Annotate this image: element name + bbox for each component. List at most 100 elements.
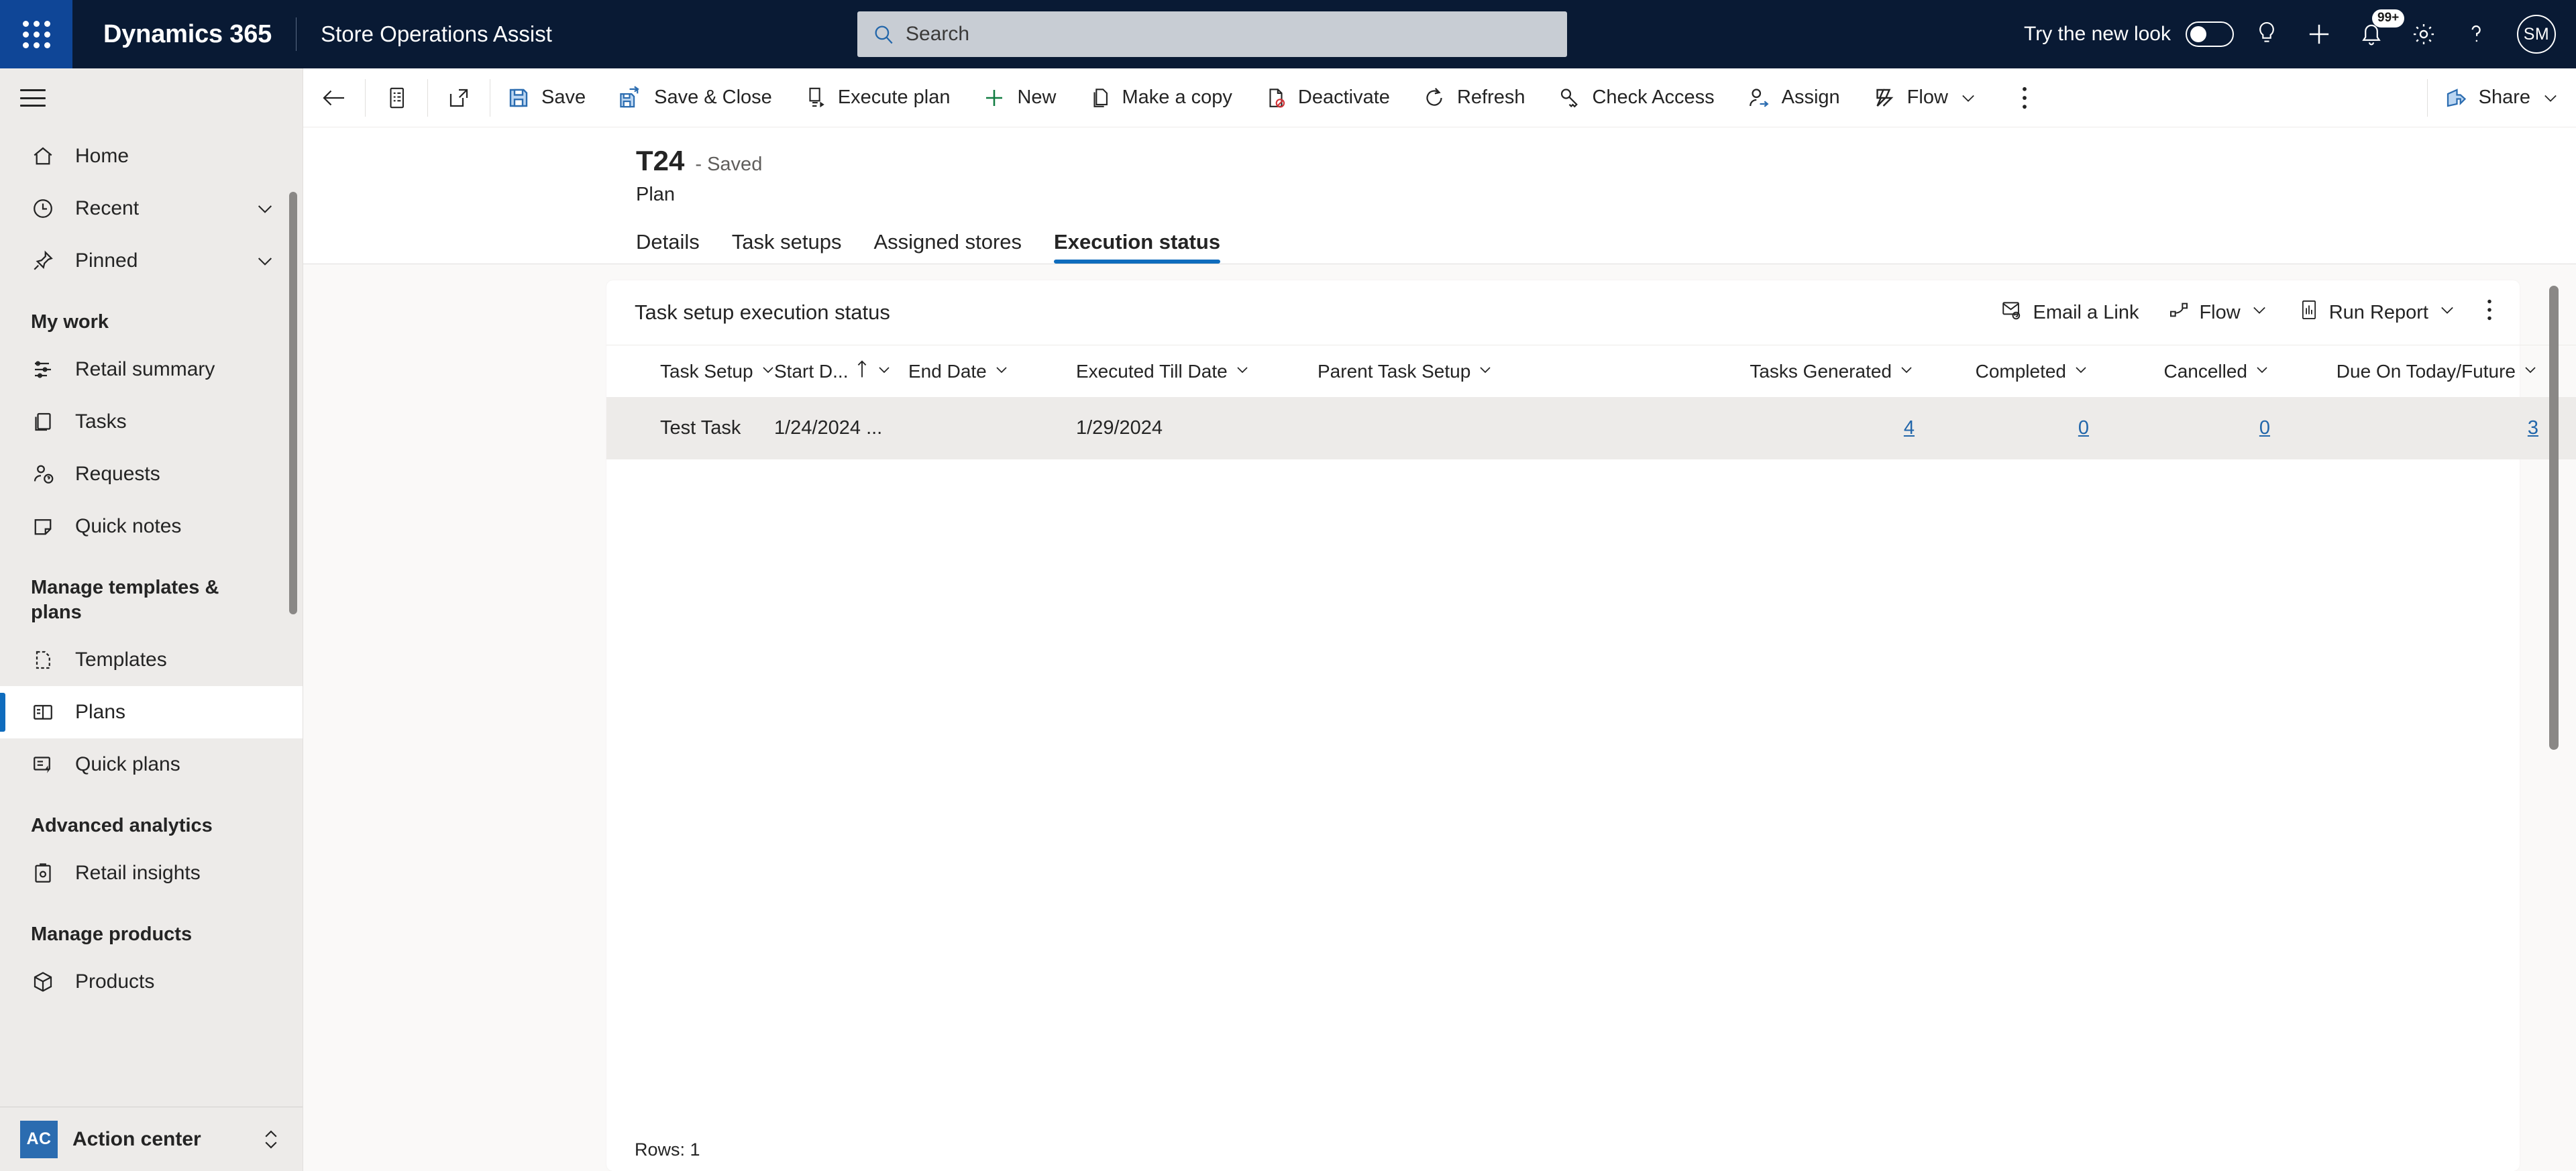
chevron-down-icon[interactable] xyxy=(2522,361,2538,382)
cell-cancelled[interactable]: 0 xyxy=(2089,398,2270,459)
settings-button[interactable] xyxy=(2398,0,2450,68)
run-report-button[interactable]: Run Report xyxy=(2284,290,2471,335)
chevron-down-icon[interactable] xyxy=(1234,361,1250,382)
column-header-cancelled[interactable]: Cancelled xyxy=(2089,345,2270,398)
sidebar-item-products[interactable]: Products xyxy=(0,956,303,1008)
record-header: T24 - Saved Plan Details Task setups Ass… xyxy=(303,127,2576,264)
sidebar-item-retail-summary[interactable]: Retail summary xyxy=(0,343,303,396)
sidebar-item-quick-notes[interactable]: Quick notes xyxy=(0,500,303,553)
tab-task-setups[interactable]: Task setups xyxy=(732,230,842,264)
table-row[interactable]: Test Task 1/24/2024 ... 1/29/2024 4 0 0 … xyxy=(606,397,2576,459)
chevron-down-icon[interactable] xyxy=(254,250,276,272)
try-new-look-toggle[interactable]: Try the new look xyxy=(2024,21,2234,47)
deactivate-button[interactable]: Deactivate xyxy=(1248,68,1406,127)
chevron-down-icon[interactable] xyxy=(254,198,276,219)
quick-create-button[interactable] xyxy=(2293,0,2345,68)
template-icon xyxy=(31,648,62,672)
action-center-button[interactable]: AC Action center xyxy=(0,1107,303,1171)
sidebar-item-requests[interactable]: Requests xyxy=(0,448,303,500)
email-a-link-label: Email a Link xyxy=(2033,301,2139,323)
back-button[interactable] xyxy=(303,68,365,127)
sidebar-item-quick-plans[interactable]: Quick plans xyxy=(0,738,303,791)
sidebar-scrollbar[interactable] xyxy=(289,192,297,614)
sidebar-scroll-area: Home Recent Pinned My work Retail summar… xyxy=(0,127,303,1107)
grid-overflow-button[interactable] xyxy=(2471,290,2508,335)
make-a-copy-button[interactable]: Make a copy xyxy=(1073,68,1248,127)
cell-task-setup[interactable]: Test Task xyxy=(606,398,774,459)
cell-completed[interactable]: 0 xyxy=(1915,398,2089,459)
chevron-down-icon[interactable] xyxy=(2438,300,2457,325)
brand-title[interactable]: Dynamics 365 xyxy=(103,20,272,49)
cell-value: Test Task xyxy=(660,417,741,439)
command-overflow-button[interactable] xyxy=(1994,68,2055,127)
email-a-link-button[interactable]: Email a Link xyxy=(1986,290,2153,335)
cell-parent-task-setup[interactable] xyxy=(1318,398,1693,459)
help-button[interactable] xyxy=(2450,0,2502,68)
chevron-down-icon[interactable] xyxy=(2250,300,2269,325)
flow-button[interactable]: Flow xyxy=(1856,68,1994,127)
sidebar-item-pinned[interactable]: Pinned xyxy=(0,235,303,287)
app-launcher-button[interactable] xyxy=(0,0,72,68)
notifications-button[interactable]: 99+ xyxy=(2345,0,2405,68)
completed-link[interactable]: 0 xyxy=(2078,417,2089,439)
column-header-executed-till-date[interactable]: Executed Till Date xyxy=(1076,345,1318,398)
sidebar-item-templates[interactable]: Templates xyxy=(0,634,303,686)
column-label: Start D... xyxy=(774,360,849,382)
user-avatar[interactable]: SM xyxy=(2517,15,2556,54)
column-header-completed[interactable]: Completed xyxy=(1915,345,2089,398)
app-name[interactable]: Store Operations Assist xyxy=(321,21,552,47)
check-access-button[interactable]: Check Access xyxy=(1541,68,1730,127)
search-box[interactable]: Search xyxy=(857,11,1567,57)
new-button[interactable]: New xyxy=(966,68,1072,127)
tab-execution-status[interactable]: Execution status xyxy=(1054,230,1221,264)
chevron-down-icon[interactable] xyxy=(994,361,1010,382)
chevron-up-down-icon[interactable] xyxy=(260,1126,282,1153)
chevron-down-icon[interactable] xyxy=(1898,361,1915,382)
due-on-today-future-link[interactable]: 3 xyxy=(2528,417,2538,439)
cell-executed-till-date[interactable]: 1/29/2024 xyxy=(1076,398,1318,459)
column-header-due-on-today-future[interactable]: Due On Today/Future xyxy=(2270,345,2538,398)
column-header-start-date[interactable]: Start D... xyxy=(774,345,908,398)
save-button[interactable]: Save xyxy=(490,68,602,127)
chevron-down-icon[interactable] xyxy=(2073,361,2089,382)
share-button[interactable]: Share xyxy=(2428,68,2576,127)
content-scrollbar[interactable] xyxy=(2549,286,2559,750)
refresh-button[interactable]: Refresh xyxy=(1406,68,1542,127)
toggle-switch-icon[interactable] xyxy=(2186,21,2234,47)
chevron-down-icon[interactable] xyxy=(2254,361,2270,382)
sidebar-item-recent[interactable]: Recent xyxy=(0,182,303,235)
chevron-down-icon[interactable] xyxy=(876,361,892,382)
hamburger-menu-icon[interactable] xyxy=(20,89,46,107)
column-header-tasks-generated[interactable]: Tasks Generated xyxy=(1693,345,1915,398)
cancelled-link[interactable]: 0 xyxy=(2259,417,2270,439)
chevron-down-icon[interactable] xyxy=(1477,361,1493,382)
sidebar-item-label: Quick plans xyxy=(75,752,180,775)
column-header-end-date[interactable]: End Date xyxy=(908,345,1076,398)
chevron-down-icon[interactable] xyxy=(2541,89,2560,107)
assign-button[interactable]: Assign xyxy=(1731,68,1856,127)
grid-flow-button[interactable]: Flow xyxy=(2153,290,2283,335)
save-and-close-button[interactable]: Save & Close xyxy=(602,68,788,127)
open-in-new-window-button[interactable] xyxy=(428,68,490,127)
column-header-parent-task-setup[interactable]: Parent Task Setup xyxy=(1318,345,1693,398)
assign-user-icon xyxy=(1747,86,1771,110)
execute-plan-label: Execute plan xyxy=(837,87,951,108)
sidebar-item-plans[interactable]: Plans xyxy=(0,685,303,738)
column-header-task-setup[interactable]: Task Setup xyxy=(606,345,774,398)
sidebar-item-home[interactable]: Home xyxy=(0,130,303,182)
cell-due-on-today-future[interactable]: 3 xyxy=(2270,398,2538,459)
cell-start-date[interactable]: 1/24/2024 ... xyxy=(774,398,908,459)
tab-details[interactable]: Details xyxy=(636,230,700,264)
sidebar-item-retail-insights[interactable]: Retail insights xyxy=(0,847,303,899)
tab-assigned-stores[interactable]: Assigned stores xyxy=(873,230,1022,264)
form-selector-button[interactable] xyxy=(366,68,427,127)
cell-tasks-generated[interactable]: 4 xyxy=(1693,398,1915,459)
search-placeholder: Search xyxy=(906,23,970,45)
chevron-down-icon[interactable] xyxy=(760,361,776,382)
chevron-down-icon[interactable] xyxy=(1959,89,1978,107)
tasks-generated-link[interactable]: 4 xyxy=(1904,417,1915,439)
cell-end-date[interactable] xyxy=(908,398,1076,459)
sidebar-item-tasks[interactable]: Tasks xyxy=(0,396,303,448)
tips-button[interactable] xyxy=(2241,0,2293,68)
execute-plan-button[interactable]: Execute plan xyxy=(788,68,967,127)
